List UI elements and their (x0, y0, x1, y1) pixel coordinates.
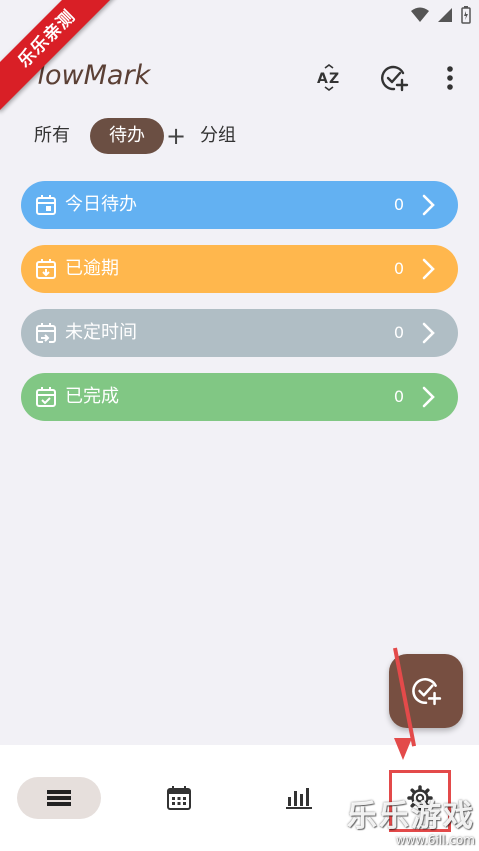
add-tab-button[interactable]: + (166, 120, 186, 152)
calendar-unscheduled-icon (36, 323, 56, 343)
add-task-button[interactable] (374, 58, 414, 98)
app-bar: FlowMark A Z (0, 50, 479, 106)
category-count: 0 (393, 323, 404, 342)
nav-calendar[interactable] (137, 777, 221, 819)
category-count: 0 (393, 195, 404, 214)
tab-todo[interactable]: 待办 (90, 118, 164, 154)
chevron-right-icon (422, 386, 435, 408)
watermark-url: www.6ill.com (395, 833, 475, 847)
more-menu-button[interactable] (430, 58, 470, 98)
category-count: 0 (393, 387, 404, 406)
chevron-right-icon (422, 194, 435, 216)
chevron-right-icon (422, 322, 435, 344)
category-label: 已完成 (65, 386, 119, 407)
category-today[interactable]: 今日待办 0 (21, 181, 458, 229)
calendar-done-icon (36, 387, 56, 407)
nav-statistics[interactable] (257, 777, 341, 819)
tab-groups[interactable]: 分组 (200, 118, 236, 154)
list-icon (47, 790, 71, 806)
watermark-text: 乐乐游戏 (347, 799, 475, 834)
sort-az-icon: A Z (317, 64, 339, 91)
bar-chart-icon (286, 788, 312, 809)
category-label: 未定时间 (65, 322, 137, 343)
category-label: 已逾期 (65, 258, 119, 279)
category-count: 0 (393, 259, 404, 278)
check-add-icon (381, 65, 409, 92)
status-icons (411, 6, 471, 24)
chevron-right-icon (422, 258, 435, 280)
tab-all[interactable]: 所有 (34, 118, 70, 154)
nav-tasks[interactable] (17, 777, 101, 819)
category-unscheduled[interactable]: 未定时间 0 (21, 309, 458, 357)
wifi-icon (411, 7, 429, 22)
svg-text:Z: Z (329, 71, 339, 87)
svg-text:A: A (317, 71, 328, 87)
calendar-today-icon (36, 195, 56, 215)
check-add-icon (412, 678, 442, 706)
category-overdue[interactable]: 已逾期 0 (21, 245, 458, 293)
calendar-overdue-icon (36, 259, 56, 279)
filter-tabs: 所有 待办 + 分组 (0, 118, 479, 154)
signal-icon (438, 8, 452, 22)
sort-button[interactable]: A Z (309, 58, 349, 98)
annotation-arrow-head (394, 738, 412, 760)
more-vert-icon (447, 66, 453, 90)
calendar-icon (167, 786, 191, 810)
category-done[interactable]: 已完成 0 (21, 373, 458, 421)
watermark: 乐乐游戏 www.6ill.com (347, 799, 475, 848)
category-label: 今日待办 (65, 194, 137, 215)
battery-icon (461, 6, 471, 24)
